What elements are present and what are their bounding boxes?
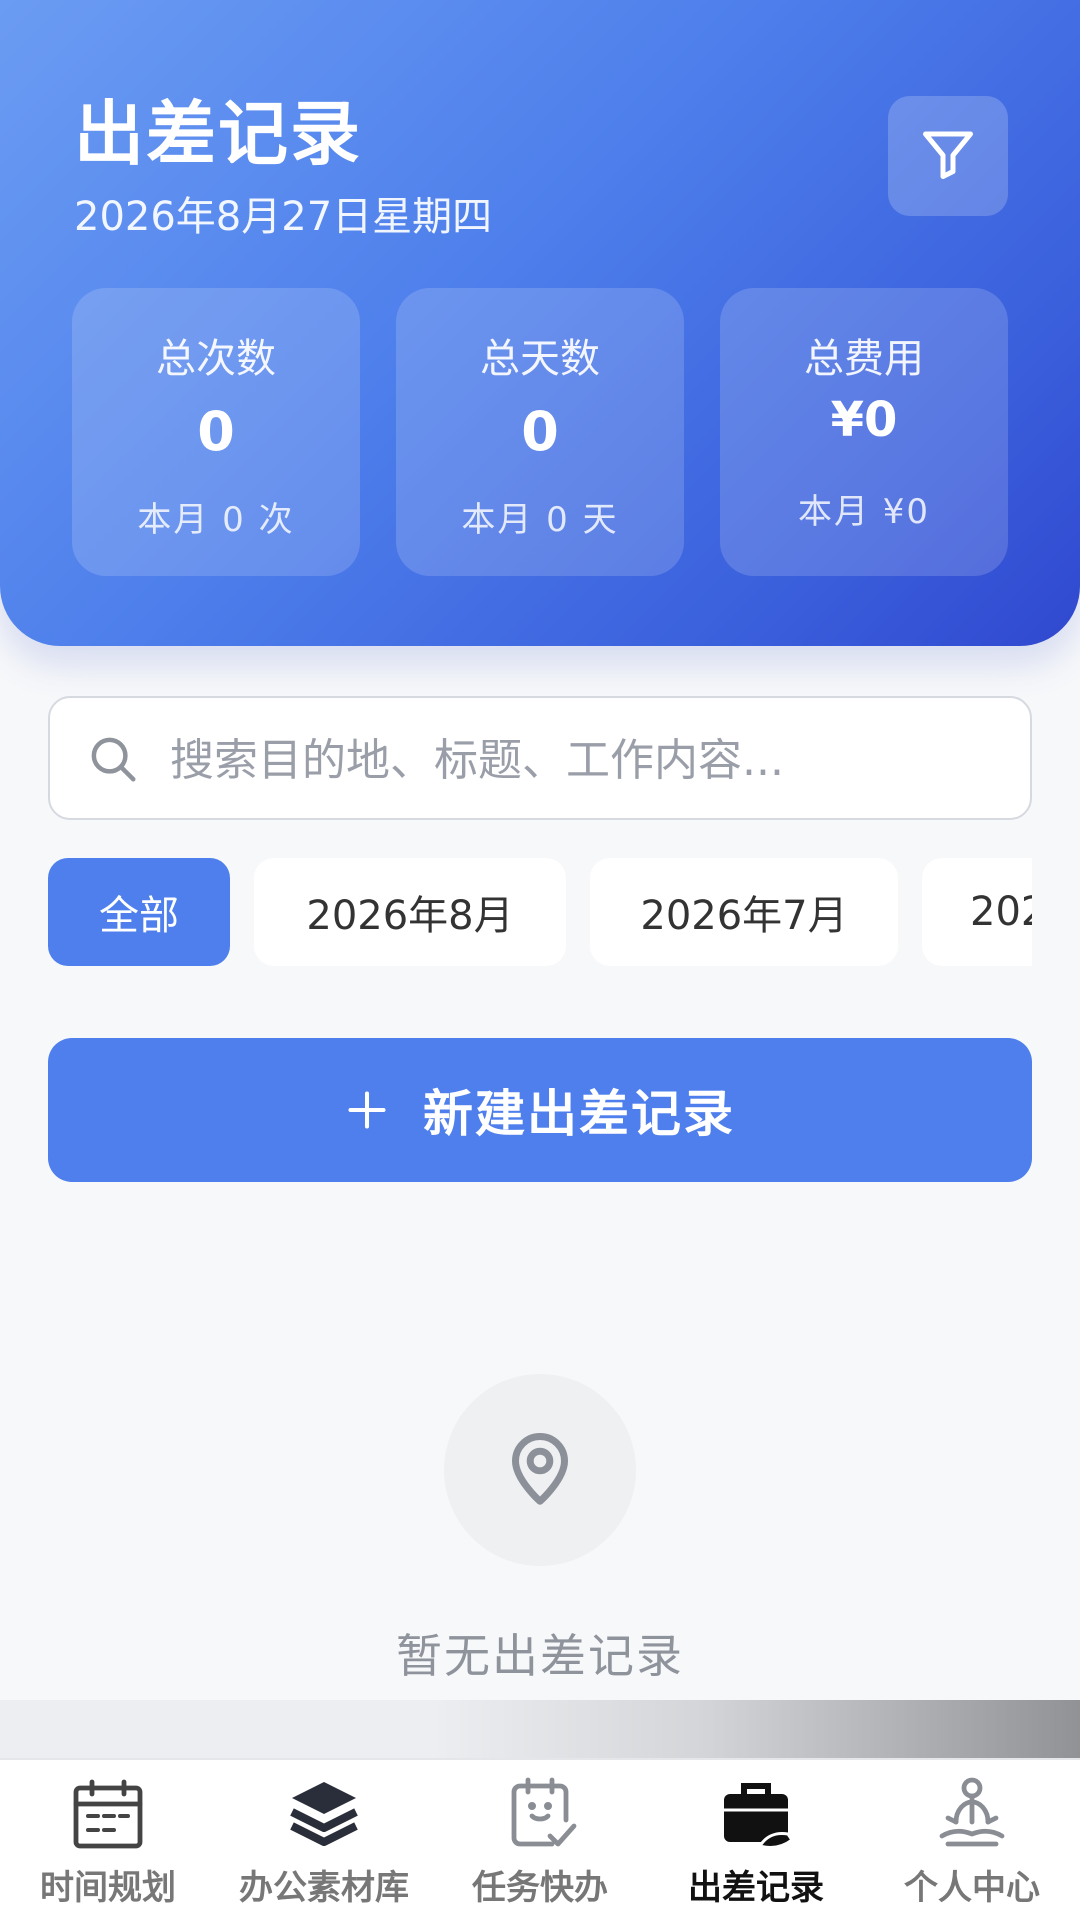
divider-strip (0, 1700, 1080, 1758)
chip-more-months[interactable]: 202 (922, 858, 1032, 966)
plus-icon (345, 1088, 389, 1132)
header: 出差记录 2026年8月27日星期四 总次数 0 本月 0 次 总天数 0 本月… (0, 0, 1080, 646)
tab-time-planning[interactable]: 时间规划 (0, 1760, 216, 1920)
stat-label: 总天数 (480, 336, 600, 382)
stat-card-total-count: 总次数 0 本月 0 次 (72, 288, 360, 576)
filter-button[interactable] (888, 96, 1008, 216)
search-box (48, 696, 1032, 820)
stat-card-total-cost: 总费用 ¥0 本月 ¥0 (720, 288, 1008, 576)
stat-sub: 本月 0 次 (137, 500, 295, 540)
chip-2026-08[interactable]: 2026年8月 (254, 858, 566, 966)
tab-label: 出差记录 (688, 1868, 824, 1908)
search-input[interactable] (170, 718, 990, 802)
layers-icon (284, 1774, 364, 1854)
stat-sub: 本月 0 天 (461, 500, 619, 540)
bottom-tab-bar: 时间规划 办公素材库 任务快办 出差记录 个人中心 (0, 1758, 1080, 1920)
tab-label: 任务快办 (472, 1868, 608, 1908)
calendar-icon (68, 1774, 148, 1854)
tab-business-trip[interactable]: 出差记录 (648, 1760, 864, 1920)
filter-icon (918, 124, 978, 188)
page-title: 出差记录 (74, 93, 362, 175)
task-check-icon (500, 1774, 580, 1854)
chip-all[interactable]: 全部 (48, 858, 230, 966)
empty-state-text: 暂无出差记录 (396, 1629, 684, 1683)
page: 出差记录 2026年8月27日星期四 总次数 0 本月 0 次 总天数 0 本月… (0, 0, 1080, 1920)
chip-2026-07[interactable]: 2026年7月 (590, 858, 898, 966)
stat-value: 0 (197, 400, 235, 463)
tab-office-materials[interactable]: 办公素材库 (216, 1760, 432, 1920)
month-filter-chips: 全部 2026年8月 2026年7月 202 (48, 858, 1032, 968)
stat-label: 总次数 (156, 336, 276, 382)
tab-quick-tasks[interactable]: 任务快办 (432, 1760, 648, 1920)
empty-state-icon-circle (444, 1374, 636, 1566)
meditation-person-icon (932, 1774, 1012, 1854)
location-pin-icon (498, 1426, 582, 1514)
stat-sub: 本月 ¥0 (797, 492, 931, 532)
stat-value: ¥0 (830, 392, 898, 448)
briefcase-icon (716, 1774, 796, 1854)
stat-label: 总费用 (804, 336, 924, 382)
tab-label: 个人中心 (904, 1868, 1040, 1908)
tab-label: 办公素材库 (239, 1868, 409, 1908)
tab-label: 时间规划 (40, 1868, 176, 1908)
stat-card-total-days: 总天数 0 本月 0 天 (396, 288, 684, 576)
search-icon (86, 732, 140, 790)
current-date: 2026年8月27日星期四 (74, 194, 493, 240)
tab-profile[interactable]: 个人中心 (864, 1760, 1080, 1920)
stat-value: 0 (521, 400, 559, 463)
new-trip-record-button[interactable]: 新建出差记录 (48, 1038, 1032, 1182)
new-trip-label: 新建出差记录 (423, 1085, 735, 1143)
